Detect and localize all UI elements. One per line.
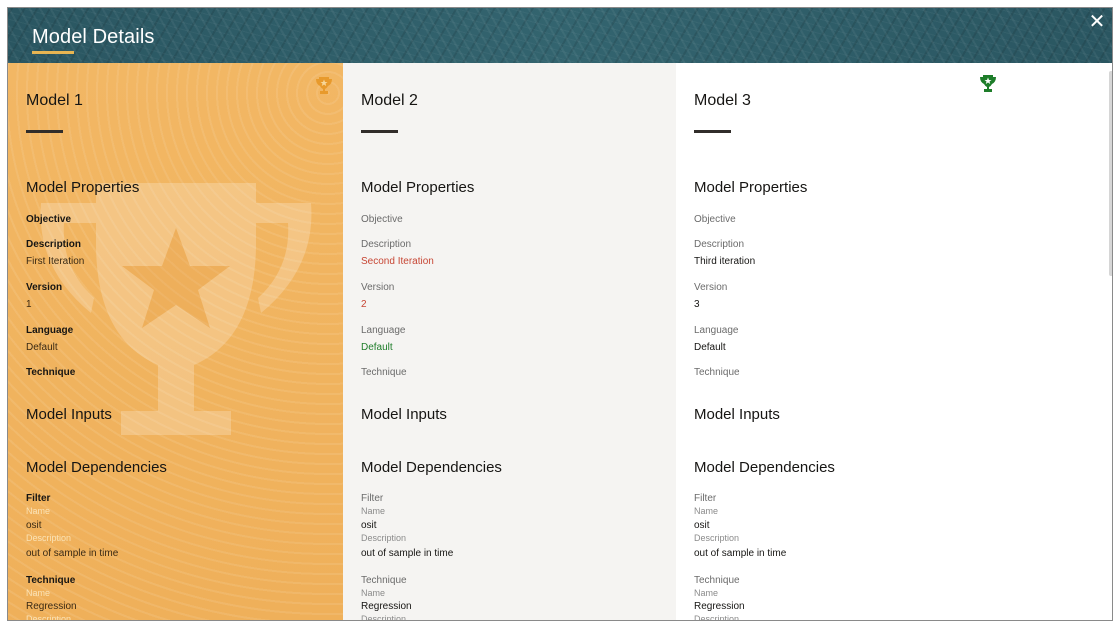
vertical-scrollbar[interactable] <box>1109 71 1112 276</box>
model-dependencies-heading: Model Dependencies <box>361 459 502 476</box>
model-title: Model 3 <box>694 92 751 109</box>
dep-technique-description-label: Description <box>26 614 72 621</box>
trophy-icon <box>980 75 996 92</box>
filter-name-value: osit <box>361 520 377 531</box>
model-title: Model 1 <box>26 92 83 109</box>
description-value: First Iteration <box>26 256 85 267</box>
model-title: Model 2 <box>361 92 418 109</box>
title-divider <box>361 130 398 133</box>
language-label: Language <box>361 325 406 336</box>
model-dependencies-heading: Model Dependencies <box>694 459 835 476</box>
description-label: Description <box>694 239 745 250</box>
dep-technique-name-label: Name <box>694 588 719 598</box>
description-value: Third iteration <box>694 256 756 267</box>
model-column-1: Model 1 Model Properties Objective Descr… <box>8 63 343 621</box>
language-value: Default <box>26 342 58 353</box>
objective-label: Objective <box>694 214 736 225</box>
filter-name-label: Name <box>694 506 719 516</box>
filter-label: Filter <box>694 493 717 504</box>
filter-description-label: Description <box>361 533 407 543</box>
filter-label: Filter <box>26 493 51 504</box>
model-comparison: Model 1 Model Properties Objective Descr… <box>8 63 1112 621</box>
filter-name-value: osit <box>694 520 710 531</box>
language-label: Language <box>26 325 74 336</box>
version-label: Version <box>694 282 728 293</box>
technique-label: Technique <box>26 367 76 378</box>
title-divider <box>694 130 731 133</box>
dep-technique-name-label: Name <box>26 588 51 598</box>
version-value: 2 <box>361 299 367 310</box>
version-label: Version <box>26 282 63 293</box>
model-column-3: Model 3 Model Properties Objective Descr… <box>676 63 1112 621</box>
model-column-2: Model 2 Model Properties Objective Descr… <box>343 63 676 621</box>
dep-technique-name-label: Name <box>361 588 386 598</box>
filter-description-label: Description <box>26 533 72 543</box>
dep-technique-name-value: Regression <box>694 601 745 612</box>
objective-label: Objective <box>26 214 72 225</box>
objective-label: Objective <box>361 214 403 225</box>
dialog-title: Model Details <box>32 26 155 48</box>
version-label: Version <box>361 282 395 293</box>
dep-technique-name-value: Regression <box>361 601 412 612</box>
model-inputs-heading: Model Inputs <box>694 406 780 423</box>
version-value: 1 <box>26 299 32 310</box>
dep-technique-name-value: Regression <box>26 601 77 612</box>
language-value: Default <box>361 342 393 353</box>
description-value: Second Iteration <box>361 256 434 267</box>
model-inputs-heading: Model Inputs <box>361 406 447 423</box>
description-label: Description <box>26 239 82 250</box>
filter-description-value: out of sample in time <box>694 548 787 559</box>
language-label: Language <box>694 325 739 336</box>
technique-label: Technique <box>694 367 740 378</box>
filter-name-label: Name <box>361 506 386 516</box>
model-properties-heading: Model Properties <box>694 179 808 196</box>
filter-name-value: osit <box>26 520 42 531</box>
filter-description-value: out of sample in time <box>361 548 454 559</box>
dep-technique-label: Technique <box>26 575 76 586</box>
dep-technique-label: Technique <box>694 575 740 586</box>
dep-technique-label: Technique <box>361 575 407 586</box>
filter-name-label: Name <box>26 506 51 516</box>
title-underline <box>32 51 74 54</box>
dialog-header: Model Details ✕ <box>8 8 1112 63</box>
filter-description-label: Description <box>694 533 740 543</box>
dep-technique-description-label: Description <box>694 614 740 621</box>
dep-technique-description-label: Description <box>361 614 407 621</box>
model-inputs-heading: Model Inputs <box>26 406 112 423</box>
technique-label: Technique <box>361 367 407 378</box>
version-value: 3 <box>694 299 700 310</box>
title-divider <box>26 130 63 133</box>
model-properties-heading: Model Properties <box>361 179 475 196</box>
close-icon[interactable]: ✕ <box>1086 11 1108 33</box>
model-dependencies-heading: Model Dependencies <box>26 459 167 476</box>
filter-label: Filter <box>361 493 384 504</box>
trophy-icon <box>316 77 332 94</box>
filter-description-value: out of sample in time <box>26 548 119 559</box>
model-properties-heading: Model Properties <box>26 179 140 196</box>
model-details-dialog: Model Details ✕ Model 1 Model Properties… <box>7 7 1113 621</box>
language-value: Default <box>694 342 726 353</box>
description-label: Description <box>361 239 412 250</box>
